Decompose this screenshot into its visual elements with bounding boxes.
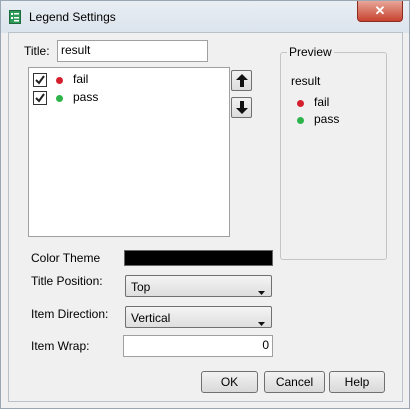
item-label-pass: pass [73, 90, 99, 104]
chevron-down-icon [258, 284, 265, 298]
chevron-down-icon [258, 315, 265, 329]
title-input-value: result [61, 43, 91, 57]
dialog-body: Title: result fail pass Preview result f… [8, 32, 403, 402]
legend-items-list[interactable]: fail pass [28, 67, 230, 237]
item-wrap-value: 0 [262, 338, 269, 352]
preview-group: Preview result fail pass [280, 45, 387, 260]
preview-label-pass: pass [314, 112, 340, 126]
move-up-button[interactable] [231, 70, 252, 91]
checkbox-pass[interactable] [33, 91, 47, 105]
item-direction-value: Vertical [131, 311, 171, 325]
close-button[interactable]: ✕ [357, 1, 403, 22]
pass-preview-dot [297, 117, 304, 124]
cancel-button[interactable]: Cancel [264, 371, 325, 393]
color-theme-label: Color Theme [31, 251, 101, 265]
legend-settings-dialog: Legend Settings ✕ Title: result fail pas… [0, 0, 410, 409]
move-down-button[interactable] [231, 97, 252, 118]
title-input[interactable]: result [57, 40, 208, 62]
preview-heading: Preview [287, 45, 334, 59]
item-wrap-label: Item Wrap: [31, 339, 90, 353]
item-direction-label: Item Direction: [31, 307, 109, 321]
close-icon: ✕ [374, 3, 386, 18]
item-label-fail: fail [73, 72, 89, 86]
title-position-select[interactable]: Top [125, 275, 272, 297]
title-position-value: Top [131, 280, 151, 294]
ok-button[interactable]: OK [201, 371, 258, 393]
fail-color-dot [56, 77, 63, 84]
pass-color-dot [56, 95, 63, 102]
help-button[interactable]: Help [329, 371, 385, 393]
title-bar[interactable]: Legend Settings ✕ [1, 1, 409, 33]
item-direction-select[interactable]: Vertical [125, 306, 272, 328]
legend-app-icon [9, 10, 21, 24]
fail-preview-dot [297, 100, 304, 107]
title-position-label: Title Position: [31, 274, 103, 288]
checkbox-fail[interactable] [33, 73, 47, 87]
color-theme-swatch[interactable] [124, 250, 273, 266]
preview-title: result [291, 74, 321, 88]
window-title: Legend Settings [29, 10, 116, 24]
title-label: Title: [24, 44, 50, 58]
item-wrap-input[interactable]: 0 [123, 335, 273, 357]
preview-label-fail: fail [314, 95, 330, 109]
